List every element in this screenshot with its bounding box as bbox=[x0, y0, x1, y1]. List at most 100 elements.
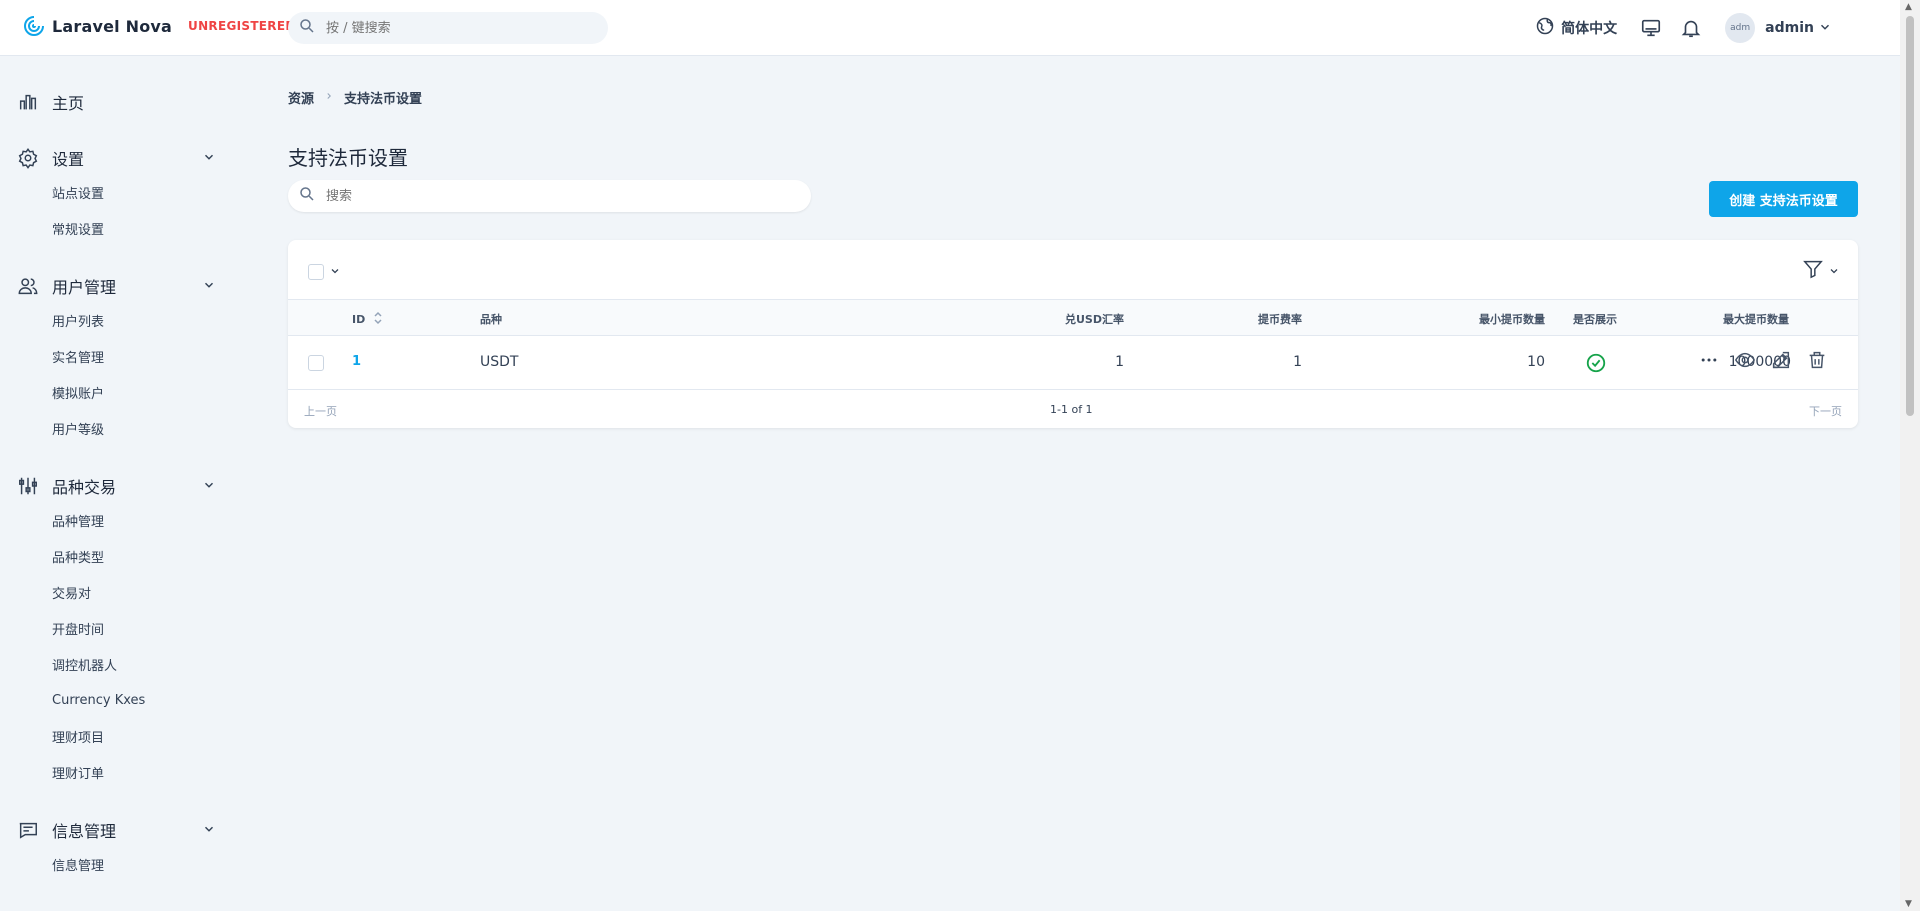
table-row: 1 USDT 1 1 10 1000000 bbox=[288, 336, 1858, 390]
scroll-down-icon[interactable]: ▼ bbox=[1905, 899, 1912, 909]
sidebar-item-market-hours[interactable]: 开盘时间 bbox=[0, 610, 240, 646]
top-bar: Laravel Nova UNREGISTERED 简体中文 bbox=[0, 0, 1900, 56]
sliders-icon bbox=[16, 474, 40, 498]
resource-search[interactable] bbox=[288, 180, 811, 212]
sidebar-item-product-types[interactable]: 品种类型 bbox=[0, 538, 240, 574]
sidebar-item-control-bots[interactable]: 调控机器人 bbox=[0, 646, 240, 682]
nav-section-users: 用户管理 用户列表 实名管理 模拟账户 用户等级 bbox=[0, 270, 240, 446]
select-all-checkbox[interactable] bbox=[308, 263, 324, 280]
sidebar: 主页 设置 站点设置 常规设置 用户管理 用户列表 实名管理 模拟账户 用户等级 bbox=[0, 56, 240, 911]
user-name[interactable]: admin bbox=[1765, 20, 1814, 36]
sidebar-item-kyc[interactable]: 实名管理 bbox=[0, 338, 240, 374]
create-button[interactable]: 创建 支持法币设置 bbox=[1709, 181, 1858, 217]
resource-search-input[interactable] bbox=[324, 187, 784, 205]
sidebar-item-trading-pairs[interactable]: 交易对 bbox=[0, 574, 240, 610]
breadcrumb-current: 支持法币设置 bbox=[344, 92, 423, 107]
global-search[interactable] bbox=[288, 12, 608, 44]
nav-label: 品种交易 bbox=[52, 478, 117, 497]
nav-section-trading: 品种交易 品种管理 品种类型 交易对 开盘时间 调控机器人 Currency K… bbox=[0, 470, 240, 790]
chart-bar-icon bbox=[16, 90, 40, 114]
chevron-down-icon[interactable] bbox=[202, 149, 216, 168]
check-circle-icon bbox=[1585, 352, 1607, 378]
nav-section-messages: 信息管理 信息管理 bbox=[0, 814, 240, 882]
avatar[interactable]: adm bbox=[1725, 13, 1756, 43]
view-eye-icon[interactable] bbox=[1734, 349, 1756, 371]
pagination-info: 1-1 of 1 bbox=[1050, 403, 1093, 416]
chat-icon bbox=[16, 818, 40, 842]
column-header-id[interactable]: ID bbox=[352, 311, 383, 328]
next-page-button[interactable]: 下一页 bbox=[1809, 403, 1842, 419]
trash-icon[interactable] bbox=[1806, 349, 1828, 371]
breadcrumb: 资源 支持法币设置 bbox=[288, 88, 422, 107]
scrollbar-thumb[interactable] bbox=[1906, 16, 1914, 416]
bell-icon[interactable] bbox=[1679, 16, 1703, 40]
gear-icon bbox=[16, 146, 40, 170]
row-id-link[interactable]: 1 bbox=[352, 354, 361, 369]
filter-icon bbox=[1802, 258, 1824, 284]
global-search-input[interactable] bbox=[324, 19, 584, 37]
sidebar-item-site-settings[interactable]: 站点设置 bbox=[0, 174, 240, 210]
brand-tag: UNREGISTERED bbox=[188, 19, 296, 33]
edit-icon[interactable] bbox=[1770, 349, 1792, 371]
nav-label: 设置 bbox=[52, 150, 85, 169]
more-icon[interactable] bbox=[1698, 349, 1720, 371]
chevron-down-icon[interactable] bbox=[329, 262, 341, 281]
chevron-right-icon bbox=[324, 90, 334, 105]
nav-head-home[interactable]: 主页 bbox=[0, 86, 240, 118]
breadcrumb-root[interactable]: 资源 bbox=[288, 88, 314, 107]
sidebar-item-finance-orders[interactable]: 理财订单 bbox=[0, 754, 240, 790]
chevron-down-icon[interactable] bbox=[202, 277, 216, 296]
globe-icon bbox=[1535, 16, 1555, 40]
pagination: 上一页 1-1 of 1 下一页 bbox=[288, 390, 1858, 428]
column-header-fee: 提币费率 bbox=[1258, 313, 1302, 326]
sort-icon bbox=[373, 311, 383, 328]
chevron-down-icon[interactable] bbox=[1818, 19, 1832, 38]
row-checkbox[interactable] bbox=[308, 355, 324, 371]
column-header-usd-rate: 兑USD汇率 bbox=[1065, 313, 1124, 326]
sidebar-item-user-list[interactable]: 用户列表 bbox=[0, 302, 240, 338]
language-switcher[interactable]: 简体中文 bbox=[1535, 16, 1617, 40]
monitor-icon[interactable] bbox=[1639, 16, 1663, 40]
column-header-min-withdraw: 最小提币数量 bbox=[1479, 313, 1545, 326]
column-header-visible: 是否展示 bbox=[1573, 313, 1617, 326]
page-title: 支持法币设置 bbox=[288, 146, 408, 170]
nav-section-settings: 设置 站点设置 常规设置 bbox=[0, 142, 240, 246]
sidebar-item-currency-kxes[interactable]: Currency Kxes bbox=[0, 682, 240, 718]
chevron-down-icon bbox=[1828, 262, 1840, 281]
scroll-up-icon[interactable]: ▲ bbox=[1905, 2, 1912, 12]
filter-button[interactable] bbox=[1802, 258, 1840, 284]
row-actions bbox=[1698, 349, 1828, 371]
nav-head-trading[interactable]: 品种交易 bbox=[0, 470, 240, 502]
sidebar-item-general-settings[interactable]: 常规设置 bbox=[0, 210, 240, 246]
chevron-down-icon[interactable] bbox=[202, 821, 216, 840]
chevron-down-icon[interactable] bbox=[202, 477, 216, 496]
nav-label: 主页 bbox=[52, 94, 85, 113]
sidebar-item-finance-products[interactable]: 理财项目 bbox=[0, 718, 240, 754]
brand[interactable]: Laravel Nova UNREGISTERED bbox=[22, 14, 296, 38]
table-toolbar bbox=[288, 240, 1858, 300]
brand-name: Laravel Nova bbox=[52, 16, 173, 36]
row-min-withdraw: 10 bbox=[1527, 354, 1545, 370]
language-label: 简体中文 bbox=[1561, 21, 1618, 37]
sidebar-item-product-management[interactable]: 品种管理 bbox=[0, 502, 240, 538]
resource-table-card: ID 品种 兑USD汇率 提币费率 最小提币数量 最大提币数量 是否展示 1 U… bbox=[288, 240, 1858, 428]
prev-page-button[interactable]: 上一页 bbox=[304, 403, 337, 419]
page-scrollbar[interactable]: ▲ ▼ bbox=[1900, 0, 1920, 911]
select-all-dropdown[interactable] bbox=[308, 262, 341, 281]
search-icon bbox=[298, 17, 316, 39]
row-usd-rate: 1 bbox=[1115, 354, 1124, 370]
nav-head-messages[interactable]: 信息管理 bbox=[0, 814, 240, 846]
users-icon bbox=[16, 274, 40, 298]
sidebar-item-user-levels[interactable]: 用户等级 bbox=[0, 410, 240, 446]
nav-label: 信息管理 bbox=[52, 822, 117, 841]
nav-head-users[interactable]: 用户管理 bbox=[0, 270, 240, 302]
row-fee: 1 bbox=[1293, 354, 1302, 370]
nav-head-settings[interactable]: 设置 bbox=[0, 142, 240, 174]
table-header: ID 品种 兑USD汇率 提币费率 最小提币数量 最大提币数量 是否展示 bbox=[288, 300, 1858, 336]
column-header-max-withdraw: 最大提币数量 bbox=[1723, 313, 1789, 326]
search-icon bbox=[298, 185, 316, 207]
sidebar-item-message-management[interactable]: 信息管理 bbox=[0, 846, 240, 882]
nova-logo-icon bbox=[22, 14, 46, 38]
sidebar-item-demo-accounts[interactable]: 模拟账户 bbox=[0, 374, 240, 410]
nav-label: 用户管理 bbox=[52, 278, 117, 297]
